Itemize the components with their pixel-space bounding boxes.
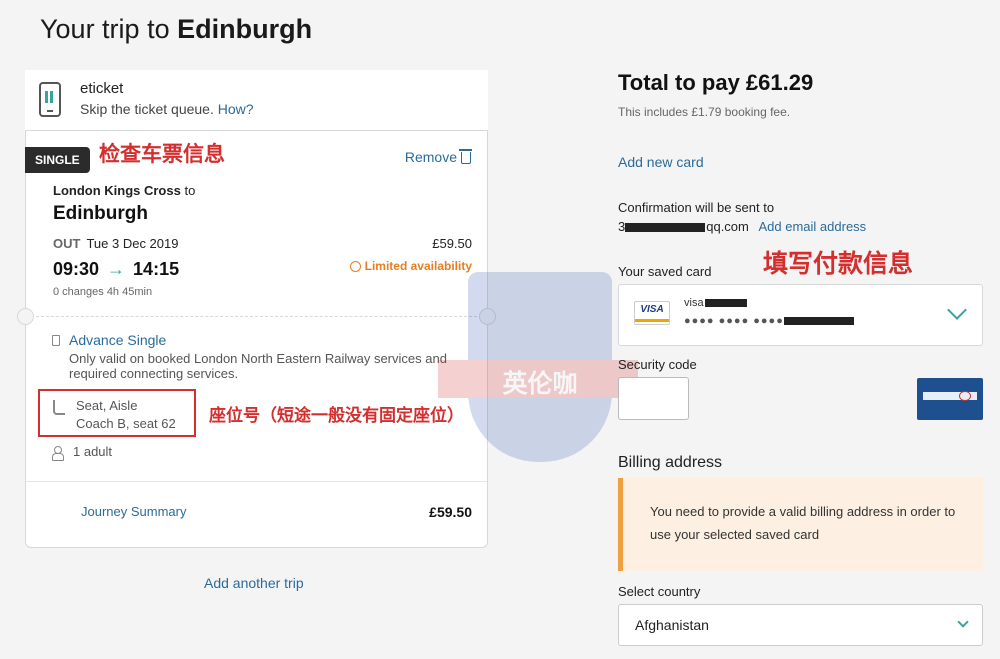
annotation-check-ticket: 检查车票信息	[99, 142, 225, 166]
chevron-down-icon[interactable]	[947, 300, 967, 320]
seat-type: Seat, Aisle	[76, 398, 138, 413]
booking-fee-note: This includes £1.79 booking fee.	[618, 105, 791, 119]
fare-description: Only valid on booked London North Easter…	[69, 351, 447, 381]
arrive-time: 14:15	[133, 259, 180, 279]
direction-label: OUT	[53, 236, 81, 251]
journey-date: Tue 3 Dec 2019	[86, 236, 179, 251]
billing-address-title: Billing address	[618, 454, 723, 471]
fare-name-link[interactable]: Advance Single	[69, 332, 166, 348]
select-country-label: Select country	[618, 584, 701, 599]
arrow-right-icon: →	[107, 259, 126, 279]
saved-card-label: Your saved card	[618, 264, 712, 279]
chevron-down-icon	[957, 616, 969, 628]
total-to-pay: Total to pay £61.29	[618, 70, 814, 95]
journey-summary-price: £59.50	[429, 504, 472, 520]
trash-icon	[459, 149, 472, 164]
ticket-notch	[17, 308, 34, 325]
country-value: Afghanistan	[635, 617, 709, 633]
billing-alert: You need to provide a valid billing addr…	[618, 478, 983, 571]
divider	[26, 481, 487, 482]
annotation-seat: 座位号（短途一般没有固定座位）	[209, 406, 464, 426]
card-name: visa	[684, 297, 747, 309]
add-new-card-link[interactable]: Add new card	[618, 154, 704, 170]
visa-card-icon: VISA	[634, 301, 670, 325]
confirmation-email: 3 qq.com Add email address	[618, 219, 867, 234]
eticket-panel: eticket Skip the ticket queue. How?	[25, 70, 488, 130]
ticket-type-badge: SINGLE	[25, 147, 90, 173]
add-email-link[interactable]: Add email address	[759, 219, 867, 234]
journey-changes: 0 changes 4h 45min	[53, 286, 153, 298]
journey-origin: London Kings Cross to	[53, 183, 196, 198]
depart-time: 09:30	[53, 259, 100, 279]
billing-alert-text: You need to provide a valid billing addr…	[650, 504, 956, 542]
saved-card-select[interactable]: VISA visa ●●●● ●●●● ●●●●	[618, 284, 983, 346]
remove-button[interactable]: Remove	[404, 149, 472, 165]
seat-icon	[53, 400, 65, 415]
confirmation-label: Confirmation will be sent to	[618, 200, 775, 215]
watermark-text: 英伦咖	[502, 369, 578, 398]
seat-info-box: Seat, Aisle Coach B, seat 62	[38, 389, 196, 437]
alarm-clock-icon	[349, 260, 361, 272]
card-back-cvv-icon	[917, 378, 983, 420]
remove-label: Remove	[404, 149, 457, 165]
redaction-bar	[783, 317, 854, 326]
card-number: ●●●● ●●●● ●●●●	[684, 315, 854, 327]
journey-date-row: OUT Tue 3 Dec 2019	[53, 236, 178, 251]
phone-ticket-icon	[39, 82, 61, 117]
country-select[interactable]: Afghanistan	[618, 604, 983, 646]
security-code-label: Security code	[618, 357, 697, 372]
journey-times: 09:30 → 14:15	[53, 259, 179, 280]
redaction-bar	[704, 299, 747, 308]
passenger-count: 1 adult	[73, 444, 113, 459]
journey-destination: Edinburgh	[53, 203, 148, 224]
journey-price: £59.50	[432, 236, 472, 251]
page-title: Your trip to Edinburgh	[40, 14, 312, 45]
divider	[26, 316, 487, 317]
seat-number: Coach B, seat 62	[76, 416, 176, 431]
ticket-icon	[52, 335, 60, 346]
page-title-prefix: Your trip to	[40, 14, 170, 44]
eticket-subtitle: Skip the ticket queue. How?	[80, 101, 254, 117]
journey-card: SINGLE 检查车票信息 Remove London Kings Cross …	[17, 130, 496, 548]
redaction-bar	[625, 223, 706, 233]
page-title-city: Edinburgh	[177, 14, 313, 44]
availability-notice: Limited availability	[349, 259, 472, 273]
journey-summary-link[interactable]: Journey Summary	[81, 504, 186, 519]
eticket-title: eticket	[80, 80, 124, 97]
annotation-fill-payment: 填写付款信息	[763, 249, 914, 278]
add-another-trip-link[interactable]: Add another trip	[204, 575, 304, 591]
security-code-input[interactable]	[618, 377, 689, 420]
watermark-logo: 英伦咖	[438, 272, 638, 467]
how-link[interactable]: How?	[218, 101, 254, 117]
person-icon	[52, 446, 64, 461]
